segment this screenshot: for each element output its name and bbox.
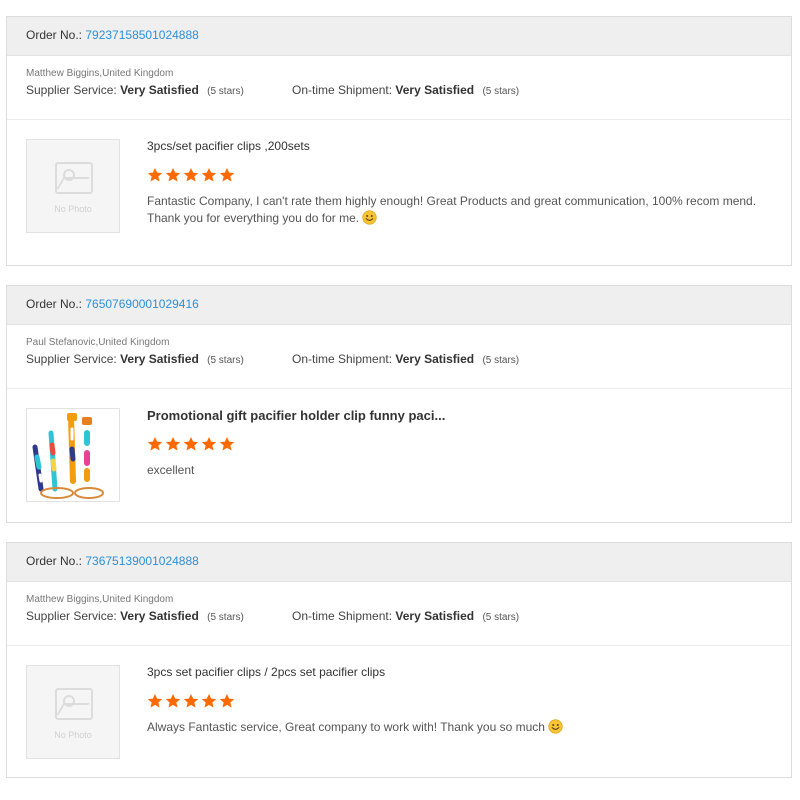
review-text-block: Always Fantastic service, Great company …: [147, 719, 767, 736]
star-rating: [147, 436, 237, 452]
review-meta: Matthew Biggins,United Kingdom Supplier …: [7, 582, 791, 646]
star-icon: [219, 693, 235, 709]
ontime-shipment-group: On-time Shipment: Very Satisfied (5 star…: [292, 352, 519, 366]
product-title[interactable]: Promotional gift pacifier holder clip fu…: [147, 408, 445, 423]
star-icon: [165, 693, 181, 709]
supplier-service-value: Very Satisfied: [120, 609, 199, 623]
no-photo-label: No Photo: [54, 730, 92, 740]
product-title[interactable]: 3pcs/set pacifier clips ,200sets: [147, 139, 310, 153]
supplier-service-stars: (5 stars): [207, 86, 244, 97]
ontime-shipment-group: On-time Shipment: Very Satisfied (5 star…: [292, 609, 519, 623]
ontime-shipment-value: Very Satisfied: [395, 609, 475, 623]
order-no-link[interactable]: 73675139001024888: [85, 554, 198, 568]
order-no-link[interactable]: 76507690001029416: [85, 297, 198, 311]
pacifier-clips-image: [32, 413, 104, 499]
ontime-shipment-value: Very Satisfied: [395, 83, 475, 97]
product-thumbnail[interactable]: [26, 408, 120, 502]
star-rating: [147, 693, 237, 709]
review-text-block: excellent: [147, 462, 767, 479]
smiley-icon: [362, 210, 377, 225]
buyer-name: Paul Stefanovic,United Kingdom: [26, 337, 170, 348]
star-icon: [147, 167, 163, 183]
star-icon: [183, 693, 199, 709]
review-meta: Matthew Biggins,United Kingdom Supplier …: [7, 56, 791, 120]
ontime-shipment-value: Very Satisfied: [395, 352, 475, 366]
image-placeholder-icon: [55, 688, 93, 720]
star-icon: [183, 436, 199, 452]
review-text-block: Fantastic Company, I can't rate them hig…: [147, 193, 767, 227]
supplier-service-label: Supplier Service:: [26, 352, 117, 366]
ontime-shipment-stars: (5 stars): [482, 612, 520, 623]
review-card: Order No.: 73675139001024888 Matthew Big…: [6, 542, 792, 778]
order-no-label: Order No.:: [26, 28, 83, 42]
ontime-shipment-stars: (5 stars): [482, 86, 520, 97]
product-thumbnail-placeholder[interactable]: No Photo: [26, 665, 120, 759]
star-icon: [183, 167, 199, 183]
ontime-shipment-label: On-time Shipment:: [292, 83, 393, 97]
order-header: Order No.: 79237158501024888: [7, 17, 791, 56]
order-no-label: Order No.:: [26, 554, 83, 568]
review-text: excellent: [147, 463, 195, 477]
ontime-shipment-stars: (5 stars): [482, 355, 520, 366]
buyer-name: Matthew Biggins,United Kingdom: [26, 594, 174, 605]
service-ratings: Supplier Service: Very Satisfied (5 star…: [26, 352, 791, 366]
product-title[interactable]: 3pcs set pacifier clips / 2pcs set pacif…: [147, 665, 385, 679]
supplier-service-label: Supplier Service:: [26, 83, 117, 97]
order-header: Order No.: 76507690001029416: [7, 286, 791, 325]
star-icon: [201, 693, 217, 709]
supplier-service-stars: (5 stars): [207, 612, 244, 623]
ontime-shipment-label: On-time Shipment:: [292, 352, 393, 366]
product-thumbnail-placeholder[interactable]: No Photo: [26, 139, 120, 233]
star-icon: [219, 436, 235, 452]
review-body: No Photo 3pcs set pacifier clips / 2pcs …: [7, 646, 791, 777]
review-body: Promotional gift pacifier holder clip fu…: [7, 389, 791, 522]
review-card: Order No.: 76507690001029416 Paul Stefan…: [6, 285, 792, 523]
order-header: Order No.: 73675139001024888: [7, 543, 791, 582]
order-no-link[interactable]: 79237158501024888: [85, 28, 198, 42]
supplier-service-value: Very Satisfied: [120, 352, 199, 366]
supplier-service-value: Very Satisfied: [120, 83, 199, 97]
service-ratings: Supplier Service: Very Satisfied (5 star…: [26, 609, 791, 623]
star-icon: [147, 436, 163, 452]
review-text: Always Fantastic service, Great company …: [147, 720, 545, 734]
star-icon: [201, 436, 217, 452]
star-icon: [165, 436, 181, 452]
supplier-service-label: Supplier Service:: [26, 609, 117, 623]
star-icon: [147, 693, 163, 709]
review-meta: Paul Stefanovic,United Kingdom Supplier …: [7, 325, 791, 389]
ontime-shipment-label: On-time Shipment:: [292, 609, 393, 623]
buyer-name: Matthew Biggins,United Kingdom: [26, 68, 174, 79]
star-rating: [147, 167, 237, 183]
no-photo-label: No Photo: [54, 204, 92, 214]
image-placeholder-icon: [55, 162, 93, 194]
star-icon: [201, 167, 217, 183]
order-no-label: Order No.:: [26, 297, 83, 311]
supplier-service-stars: (5 stars): [207, 355, 244, 366]
service-ratings: Supplier Service: Very Satisfied (5 star…: [26, 83, 791, 97]
star-icon: [165, 167, 181, 183]
review-body: No Photo 3pcs/set pacifier clips ,200set…: [7, 120, 791, 265]
smiley-icon: [548, 719, 563, 734]
ontime-shipment-group: On-time Shipment: Very Satisfied (5 star…: [292, 83, 519, 97]
review-card: Order No.: 79237158501024888 Matthew Big…: [6, 16, 792, 266]
review-text: Fantastic Company, I can't rate them hig…: [147, 194, 757, 225]
star-icon: [219, 167, 235, 183]
